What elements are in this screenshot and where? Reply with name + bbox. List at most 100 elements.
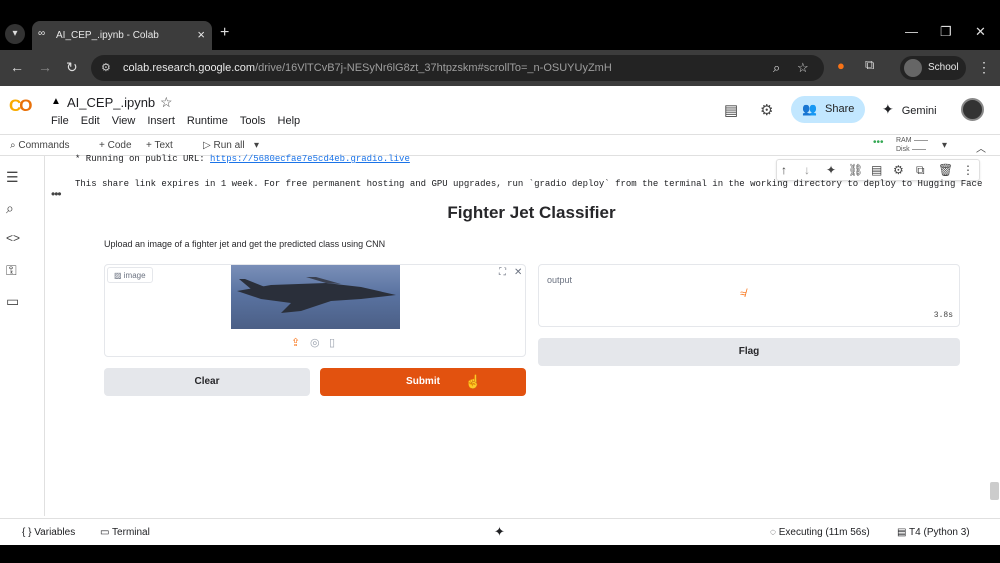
terminal-button[interactable]: ▭ Terminal <box>100 527 150 538</box>
url-text[interactable]: colab.research.google.com/drive/16VlTCvB… <box>123 62 612 74</box>
submit-button[interactable]: Submit <box>320 368 526 396</box>
code-snippets-icon[interactable]: <> <box>6 231 20 245</box>
toc-icon[interactable]: ☰ <box>6 169 19 186</box>
runtime-dropdown-icon[interactable]: ▾ <box>942 140 947 151</box>
clear-image-icon[interactable]: ✕ <box>514 267 522 278</box>
share-label: Share <box>825 103 855 115</box>
back-icon[interactable]: ← <box>10 59 24 75</box>
clear-button[interactable]: Clear <box>104 368 310 396</box>
restore-icon[interactable]: ❐ <box>940 24 952 40</box>
extensions-puzzle-icon[interactable]: ⧉ <box>865 57 874 73</box>
move-up-icon[interactable]: ↑ <box>781 163 787 177</box>
menu-insert[interactable]: Insert <box>147 115 175 127</box>
loading-icon: ≉ <box>740 288 747 300</box>
files-folder-icon[interactable]: ▭ <box>6 293 19 310</box>
address-bar-row: ← → ↻ ⚙ colab.research.google.com/drive/… <box>0 50 1000 86</box>
runtime-label: T4 (Python 3) <box>909 527 970 538</box>
mirror-cell-icon[interactable]: ⧉ <box>916 163 925 178</box>
run-all-button[interactable]: ▷ Run all <box>203 140 245 151</box>
menu-tools[interactable]: Tools <box>240 115 266 127</box>
notebook-title[interactable]: AI_CEP_.ipynb <box>67 95 155 110</box>
fullscreen-icon[interactable]: ⛶ <box>499 267 506 278</box>
notebook-toolbar: ⌕ Commands + Code + Text ▷ Run all ▾ •••… <box>0 134 1000 156</box>
flag-button[interactable]: Flag <box>538 338 960 366</box>
cell-output-menu-icon[interactable]: ••• <box>51 187 62 201</box>
running-url-line: * Running on public URL: https://5680ecf… <box>75 154 410 164</box>
upload-icon[interactable]: ⇪ <box>291 336 300 349</box>
colab-page: CO ▲ AI_CEP_.ipynb ☆ File Edit View Inse… <box>0 86 1000 545</box>
bookmark-star-icon[interactable]: ☆ <box>797 60 809 76</box>
secrets-key-icon[interactable]: ⚿ <box>6 262 17 279</box>
image-label-text: image <box>123 271 146 280</box>
cell-settings-icon[interactable]: ⚙ <box>893 163 904 177</box>
profile-button[interactable]: School <box>900 56 966 80</box>
gemini-label: Gemini <box>901 105 937 117</box>
star-icon[interactable]: ☆ <box>160 94 173 111</box>
gemini-status-icon[interactable]: ✦ <box>494 524 505 540</box>
runtime-status[interactable]: ▤ T4 (Python 3) <box>897 527 970 538</box>
collapse-chevron-icon[interactable]: ︿ <box>976 140 986 155</box>
add-text-button[interactable]: + Text <box>146 140 173 151</box>
menu-help[interactable]: Help <box>278 115 301 127</box>
move-down-icon[interactable]: ↓ <box>804 163 810 177</box>
colab-logo[interactable]: CO <box>9 96 33 116</box>
gemini-cell-icon[interactable]: ✦ <box>826 163 836 177</box>
webcam-icon[interactable]: ◎ <box>310 336 320 349</box>
window-close-icon[interactable]: ✕ <box>975 24 986 40</box>
browser-menu-icon[interactable]: ⋮ <box>977 59 991 76</box>
executing-status[interactable]: ◌ Executing (11m 56s) <box>770 527 870 538</box>
url-path: /drive/16VlTCvB7j-NESyNr6lG8zt_37htpzskm… <box>255 62 612 74</box>
link-icon[interactable]: ⛓ <box>848 163 863 177</box>
drive-icon[interactable]: ▲ <box>51 96 61 107</box>
menu-file[interactable]: File <box>51 115 69 127</box>
gemini-button[interactable]: ✦ Gemini <box>882 101 937 118</box>
image-input[interactable]: ▨ image ⛶ ✕ ⇪ ◎ ▯ <box>104 264 526 357</box>
avatar <box>904 59 922 77</box>
expiry-line: This share link expires in 1 week. For f… <box>75 179 983 189</box>
resource-monitor[interactable]: RAM Disk <box>896 136 928 154</box>
comment-cell-icon[interactable]: ▤ <box>871 163 882 177</box>
settings-gear-icon[interactable]: ⚙ <box>760 101 773 119</box>
tab-search-icon[interactable]: ▾ <box>5 24 25 44</box>
menu-view[interactable]: View <box>112 115 136 127</box>
running-prefix: * Running on public URL: <box>75 154 211 164</box>
clipboard-icon[interactable]: ▯ <box>329 336 335 349</box>
menu-edit[interactable]: Edit <box>81 115 100 127</box>
connected-dots-icon: ••• <box>873 137 884 148</box>
people-icon: 👥 <box>802 102 817 116</box>
disk-label: Disk <box>896 146 910 153</box>
left-rail: ☰ ⌕ <> ⚿ ▭ <box>0 156 30 516</box>
browser-tab[interactable]: ∞ AI_CEP_.ipynb - Colab × <box>32 21 212 50</box>
run-all-dropdown-icon[interactable]: ▾ <box>254 140 259 151</box>
find-icon[interactable]: ⌕ <box>6 200 14 217</box>
menu-runtime[interactable]: Runtime <box>187 115 228 127</box>
commands-button[interactable]: ⌕ Commands <box>10 140 70 151</box>
gemini-sparkle-icon: ✦ <box>882 101 894 117</box>
omnibox[interactable]: ⚙ colab.research.google.com/drive/16VlTC… <box>91 55 824 81</box>
extension-icon[interactable]: ● <box>837 58 845 73</box>
minimize-icon[interactable]: — <box>905 24 918 39</box>
scrollbar[interactable] <box>990 482 999 500</box>
image-label: ▨ image <box>107 267 153 283</box>
more-actions-icon[interactable]: ⋮ <box>962 163 974 177</box>
close-icon[interactable]: × <box>197 27 205 42</box>
site-info-icon[interactable]: ⚙ <box>101 61 111 74</box>
comment-icon[interactable]: ▤ <box>724 101 738 119</box>
variables-button[interactable]: { } Variables <box>22 527 75 538</box>
cell-toolbar: ↑ ↓ ✦ ⛓ ▤ ⚙ ⧉ 🗑 ⋮ <box>776 159 980 181</box>
ram-label: RAM <box>896 137 912 144</box>
profile-label: School <box>928 62 959 73</box>
new-tab-icon[interactable]: + <box>220 24 229 42</box>
share-button[interactable]: 👥 Share <box>791 96 865 123</box>
user-avatar[interactable] <box>961 98 984 121</box>
status-bar: { } Variables ▭ Terminal ✦ ◌ Executing (… <box>0 518 1000 545</box>
colab-favicon-icon: ∞ <box>38 28 46 39</box>
public-url-link[interactable]: https://5680ecfae7e5cd4eb.gradio.live <box>210 154 410 164</box>
menu-bar: File Edit View Insert Runtime Tools Help <box>51 115 300 127</box>
zoom-icon[interactable]: ⌕ <box>773 60 780 76</box>
terminal-label: Terminal <box>112 527 150 538</box>
delete-icon[interactable]: 🗑 <box>938 163 953 177</box>
forward-icon[interactable]: → <box>38 59 52 75</box>
add-code-button[interactable]: + Code <box>99 140 132 151</box>
reload-icon[interactable]: ↻ <box>66 59 78 76</box>
